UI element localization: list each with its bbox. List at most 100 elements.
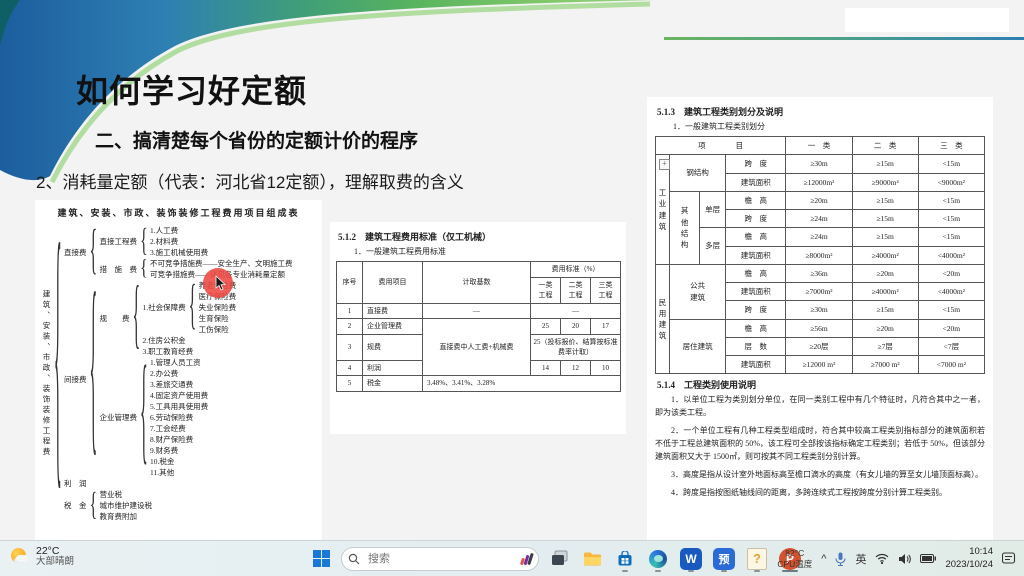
tree-children: 1.管理人员工资2.办公费3.差旅交通费4.固定资产使用费5.工具用具使用费6.… xyxy=(147,357,211,478)
speaker-icon[interactable] xyxy=(898,553,911,565)
table-cell: 20 xyxy=(561,319,591,335)
gradient-divider-line xyxy=(664,37,1024,40)
tree-children: 营业税城市维护建设税教育费附加 xyxy=(97,489,156,522)
taskbar-search-box[interactable] xyxy=(341,547,539,571)
tree-node-label: 1.人工费 xyxy=(150,225,178,236)
tree-node: 2.住房公积金 xyxy=(140,335,240,346)
preview-app-button[interactable]: 预 xyxy=(711,546,737,572)
clock-widget[interactable]: 10:14 2023/10/24 xyxy=(945,546,993,571)
tree-node: 生育保险 xyxy=(196,313,240,324)
table-cell: 多层 xyxy=(700,228,726,265)
table-cell: 二 类 xyxy=(852,137,918,155)
task-view-icon xyxy=(551,550,568,567)
battery-icon[interactable] xyxy=(920,554,936,563)
table-cell: <4000m² xyxy=(918,283,984,301)
tree-node: 税 金{营业税城市维护建设税教育费附加 xyxy=(61,489,296,522)
note-item: 3．高度是指从设计室外地面标高至檐口滴水的高度（有女儿墙的算至女儿墙顶面标高）。 xyxy=(655,469,985,482)
notes-heading: 5.1.4 工程类别使用说明 xyxy=(657,378,985,391)
tree-node-label: 2.材料费 xyxy=(150,236,178,247)
table-cell: 直接费 xyxy=(363,303,423,319)
classification-table: 项 目一 类二 类三 类工 业 建 筑钢结构跨 度≥30m≥15m<15m建筑面… xyxy=(655,136,985,374)
table-cell: <20m xyxy=(918,264,984,282)
start-button[interactable] xyxy=(308,546,334,572)
tree-node: 7.工会经费 xyxy=(147,423,211,434)
tree-node-label: 11.其他 xyxy=(150,467,174,478)
table-cell: 费用标准（%） xyxy=(531,262,621,278)
tree-node-label: 2.办公费 xyxy=(150,368,178,379)
table-cell: 三 类 xyxy=(918,137,984,155)
outline-expand-icon[interactable]: + xyxy=(659,159,670,170)
tray-time: 10:14 xyxy=(945,546,993,558)
table-cell: ≥20层 xyxy=(786,337,852,355)
tree-node-label: 3.差旅交通费 xyxy=(150,379,193,390)
fee-standard-document: 5.1.2 建筑工程费用标准（仅工机械） 1．一般建筑工程费用标准 序号费用项目… xyxy=(330,222,626,434)
table-cell: ≥15m xyxy=(852,228,918,246)
diagram-title: 建筑、安装、市政、装饰装修工程费用项目组成表 xyxy=(41,206,316,219)
cost-composition-diagram: 建筑、安装、市政、装饰装修工程费用项目组成表 建筑、安装、市政、装饰装修工程费{… xyxy=(35,200,322,541)
tree-node: 9.财务费 xyxy=(147,445,211,456)
input-language-indicator[interactable]: 英 xyxy=(855,551,866,567)
section-subheading: + 1．一般建筑工程类别划分 xyxy=(673,121,985,132)
table-cell: 二类 工程 xyxy=(561,277,591,303)
desktop-screen: 如何学习好定额 二、搞清楚每个省份的定额计价的程序 2、消耗量定额（代表：河北省… xyxy=(0,0,1024,576)
cpu-temp-widget[interactable]: 82°C CPU温度 xyxy=(777,548,812,569)
table-cell: ≥36m xyxy=(786,264,852,282)
tree-node: 间接费{规 费{1.社会保障费{养老保险费医疗保险费失业保险费生育保险工伤保险2… xyxy=(61,280,296,478)
table-cell: 一类 工程 xyxy=(531,277,561,303)
brace: { xyxy=(90,280,97,478)
table-cell: 其 他 结 构 xyxy=(670,191,700,264)
table-cell: 单层 xyxy=(700,191,726,228)
table-cell: 居住建筑 xyxy=(670,319,726,374)
table-cell: ≥12000m² xyxy=(786,173,852,191)
search-icon xyxy=(348,553,360,565)
tree-node: 失业保险费 xyxy=(196,302,240,313)
fee-standard-table: 序号费用项目计取基数费用标准（%）一类 工程二类 工程三类 工程1直接费——2企… xyxy=(336,261,621,392)
taskbar: 22°C 大部晴朗 xyxy=(0,540,1024,576)
tree-node: 8.财产保险费 xyxy=(147,434,211,445)
tree-node-label: 3.职工教育经费 xyxy=(143,346,194,357)
weather-sun-cloud-icon xyxy=(10,546,30,566)
tray-date: 2023/10/24 xyxy=(945,559,993,571)
brace: { xyxy=(189,280,196,335)
notification-icon[interactable] xyxy=(1002,552,1016,565)
tree-node: 4.固定资产使用费 xyxy=(147,390,211,401)
table-cell: 费用项目 xyxy=(363,262,423,304)
tree-node: 直接工程费{1.人工费2.材料费3.施工机械使用费 xyxy=(97,225,296,258)
tray-chevron-up-icon[interactable]: ^ xyxy=(821,553,826,565)
table-cell: 建筑面积 xyxy=(726,246,786,264)
table-cell: 2 xyxy=(337,319,363,335)
file-explorer-button[interactable] xyxy=(579,546,605,572)
microsoft-store-button[interactable] xyxy=(612,546,638,572)
taskbar-weather-widget[interactable]: 22°C 大部晴朗 xyxy=(10,545,74,568)
table-cell: 项 目 xyxy=(656,137,786,155)
table-cell: ≥7层 xyxy=(852,337,918,355)
table-cell: 1 xyxy=(337,303,363,319)
tree-node-label: 3.施工机械使用费 xyxy=(150,247,208,258)
word-icon: W xyxy=(680,548,702,570)
table-cell: ≥4000m² xyxy=(852,246,918,264)
table-cell: 民 用 建 筑 xyxy=(656,264,670,374)
table-cell: ≥12000 m² xyxy=(786,356,852,374)
taskbar-center: W 预 ? P xyxy=(308,541,803,576)
word-button[interactable]: W xyxy=(678,546,704,572)
microphone-icon[interactable] xyxy=(835,552,846,566)
tree-node: 工伤保险 xyxy=(196,324,240,335)
table-cell: — xyxy=(423,303,531,319)
folder-icon xyxy=(583,551,602,567)
edge-browser-button[interactable] xyxy=(645,546,671,572)
task-view-button[interactable] xyxy=(546,546,572,572)
store-bag-icon xyxy=(617,551,633,567)
tree-node-label: 1.社会保障费 xyxy=(143,302,186,313)
tree-node-label: 税 金 xyxy=(64,500,87,511)
table-cell: 公共 建筑 xyxy=(670,264,726,319)
tree-node-label: 营业税 xyxy=(100,489,123,500)
search-input[interactable] xyxy=(366,552,515,566)
tree-node-label: 企业管理费 xyxy=(100,412,138,423)
wifi-icon[interactable] xyxy=(875,553,889,564)
table-cell: ≥7000m² xyxy=(786,283,852,301)
table-cell: 一 类 xyxy=(786,137,852,155)
table-cell: 直接费中人工费+机械费 xyxy=(423,319,531,376)
notes-app-button[interactable]: ? xyxy=(744,546,770,572)
table-cell: ≥15m xyxy=(852,210,918,228)
table-cell: <15m xyxy=(918,155,984,173)
